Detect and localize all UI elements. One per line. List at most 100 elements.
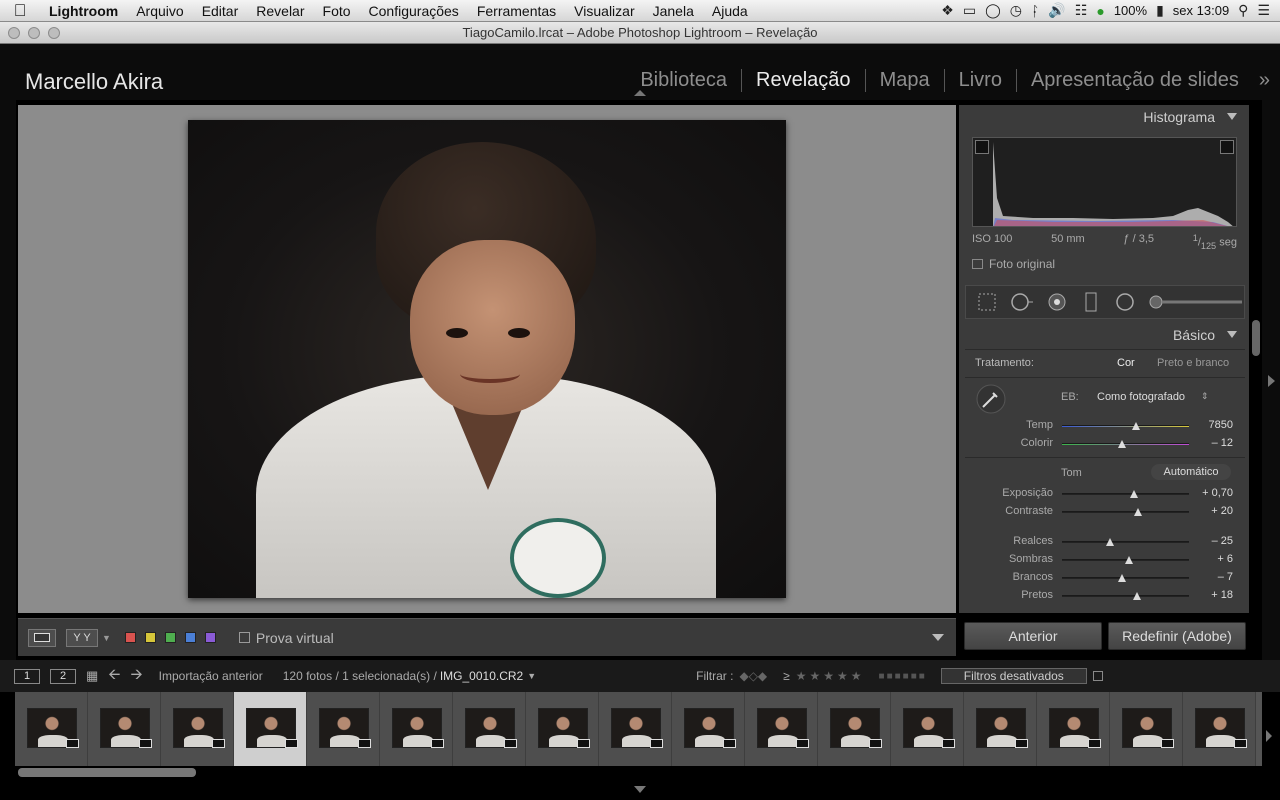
color-label-red[interactable] [124,632,136,643]
filmstrip-thumbnail[interactable] [1037,692,1110,766]
collapse-triangle-icon[interactable] [1227,113,1237,120]
color-filter-icon[interactable]: ■■■■■■ [879,671,927,682]
rating-gte[interactable]: ≥ [783,669,790,683]
filmstrip-thumbnail[interactable] [818,692,891,766]
slider-value[interactable]: + 20 [1163,505,1233,517]
histogram-header[interactable]: Histograma [959,105,1249,129]
wb-dropdown-icon[interactable]: ⇕ [1201,391,1209,402]
filmstrip-thumbnail[interactable] [672,692,745,766]
reset-button[interactable]: Redefinir (Adobe) [1108,622,1246,650]
status-icon[interactable]: ● [1096,3,1104,19]
original-photo-checkbox[interactable] [972,259,983,269]
menu-arquivo[interactable]: Arquivo [127,3,192,19]
filmstrip-thumbnail[interactable] [745,692,818,766]
bluetooth-icon[interactable]: ᛛ [1031,3,1039,19]
loupe-view-button[interactable] [28,628,56,647]
spotlight-search-icon[interactable]: ⚲ [1238,2,1248,19]
filmstrip-thumbnail[interactable] [88,692,161,766]
before-after-button[interactable]: Y Y [66,628,98,647]
bottom-panel-toggle-icon[interactable] [634,786,646,793]
crop-tool-icon[interactable] [976,290,998,314]
menu-app[interactable]: Lightroom [40,3,127,19]
menu-revelar[interactable]: Revelar [247,3,313,19]
panel-scrollbar[interactable] [1252,320,1260,356]
left-panel-collapsed[interactable] [0,100,16,660]
module-revelacao[interactable]: Revelação [741,69,865,92]
menu-foto[interactable]: Foto [314,3,360,19]
previous-button[interactable]: Anterior [964,622,1102,650]
menu-editar[interactable]: Editar [193,3,248,19]
adjustment-brush-icon[interactable] [1148,290,1244,314]
filmstrip-thumbnail[interactable] [526,692,599,766]
filters-off-select[interactable]: Filtros desativados [940,668,1087,684]
module-livro[interactable]: Livro [943,69,1016,92]
airplay-icon[interactable]: ▭ [963,2,976,19]
filmstrip-thumbnail[interactable] [964,692,1037,766]
zoom-window-button[interactable] [48,27,60,39]
back-arrow-icon[interactable]: 🡨 [108,664,120,689]
filmstrip-thumbnail[interactable] [891,692,964,766]
spot-removal-icon[interactable] [1010,290,1034,314]
filmstrip-thumbnail[interactable] [161,692,234,766]
photo-preview[interactable] [188,120,786,598]
slider-thumb[interactable] [1117,574,1126,582]
battery-icon[interactable]: ▮ [1156,2,1164,19]
right-panel-toggle-icon[interactable] [1268,375,1275,387]
red-eye-icon[interactable] [1046,290,1068,314]
slider-value[interactable]: 7850 [1163,419,1233,431]
clock[interactable]: sex 13:09 [1173,3,1229,18]
current-filename[interactable]: IMG_0010.CR2 [440,669,523,683]
treatment-bw-button[interactable]: Preto e branco [1157,357,1229,369]
slider-value[interactable]: – 7 [1163,571,1233,583]
wb-value-select[interactable]: Como fotografado [1097,391,1185,403]
screen-1-button[interactable]: 1 [14,668,40,684]
highlight-clipping-icon[interactable] [1220,140,1234,154]
menu-visualizar[interactable]: Visualizar [565,3,643,19]
slider-value[interactable]: + 6 [1163,553,1233,565]
slider-thumb[interactable] [1134,508,1143,516]
menu-janela[interactable]: Janela [644,3,703,19]
filmstrip-thumbnail[interactable] [453,692,526,766]
filmstrip-thumbnail[interactable] [599,692,672,766]
color-label-purple[interactable] [204,632,216,643]
eyedropper-icon[interactable] [975,383,1007,420]
slider-value[interactable]: + 0,70 [1163,487,1233,499]
slider-thumb[interactable] [1117,440,1126,448]
filmstrip-thumbnail[interactable] [1183,692,1256,766]
slider-thumb[interactable] [1125,556,1134,564]
slider-value[interactable]: – 12 [1163,437,1233,449]
filter-lock-icon[interactable] [1092,671,1103,681]
menu-ajuda[interactable]: Ajuda [703,3,757,19]
grid-view-icon[interactable]: ▦ [86,668,98,684]
filmstrip-scroll-right-icon[interactable] [1266,730,1272,742]
filmstrip-scrollbar[interactable] [18,768,196,777]
forward-arrow-icon[interactable]: 🡪 [130,664,142,689]
notification-center-icon[interactable]: ☰ [1257,2,1270,19]
volume-icon[interactable]: 🔊 [1048,2,1065,19]
menu-ferramentas[interactable]: Ferramentas [468,3,565,19]
wifi-icon[interactable]: ☷ [1075,2,1088,19]
loupe-view[interactable] [18,105,956,613]
filmstrip-thumbnail[interactable] [307,692,380,766]
module-mapa[interactable]: Mapa [864,69,944,92]
dropbox-icon[interactable]: ❖ [941,2,954,19]
collapse-basic-icon[interactable] [1227,331,1237,338]
histogram[interactable] [972,137,1237,227]
treatment-color-button[interactable]: Cor [1117,357,1135,369]
toolbar-options-dropdown-icon[interactable] [932,634,944,641]
module-apresentacao[interactable]: Apresentação de slides [1015,69,1253,92]
filmstrip-thumbnail[interactable] [15,692,88,766]
minimize-window-button[interactable] [28,27,40,39]
slider-thumb[interactable] [1131,422,1140,430]
slider-thumb[interactable] [1106,538,1115,546]
messages-icon[interactable]: ◯ [985,2,1001,19]
graduated-filter-icon[interactable] [1080,290,1102,314]
module-biblioteca[interactable]: Biblioteca [626,69,741,92]
filmstrip-thumbnail[interactable] [380,692,453,766]
radial-filter-icon[interactable] [1114,290,1136,314]
basic-header[interactable]: Básico [959,323,1249,347]
before-after-dropdown-icon[interactable]: ▼ [102,633,111,643]
color-label-blue[interactable] [184,632,196,643]
menu-configuracoes[interactable]: Configurações [360,3,468,19]
slider-value[interactable]: – 25 [1163,535,1233,547]
